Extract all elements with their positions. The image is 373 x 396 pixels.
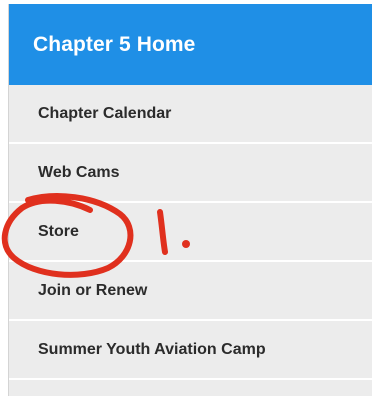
menu-item-chapter-calendar[interactable]: Chapter Calendar: [9, 85, 372, 144]
screenshot-stage: Chapter 5 Home Chapter Calendar Web Cams…: [0, 0, 373, 396]
menu-item-label: Chapter Calendar: [38, 104, 172, 122]
menu-item-join-or-renew[interactable]: Join or Renew: [9, 262, 372, 321]
menu-item-label: Join or Renew: [38, 281, 148, 299]
menu-item-summer-youth-aviation-camp[interactable]: Summer Youth Aviation Camp: [9, 321, 372, 380]
menu-item-label: Store: [38, 222, 79, 240]
menu-header-label: Chapter 5 Home: [33, 32, 196, 56]
menu-item-label: Summer Youth Aviation Camp: [38, 340, 266, 358]
chapter-nav-menu: Chapter 5 Home Chapter Calendar Web Cams…: [8, 4, 372, 396]
menu-item-store[interactable]: Store: [9, 203, 372, 262]
menu-item-web-cams[interactable]: Web Cams: [9, 144, 372, 203]
menu-item-label: Web Cams: [38, 163, 120, 181]
menu-header-home-link[interactable]: Chapter 5 Home: [9, 4, 372, 85]
